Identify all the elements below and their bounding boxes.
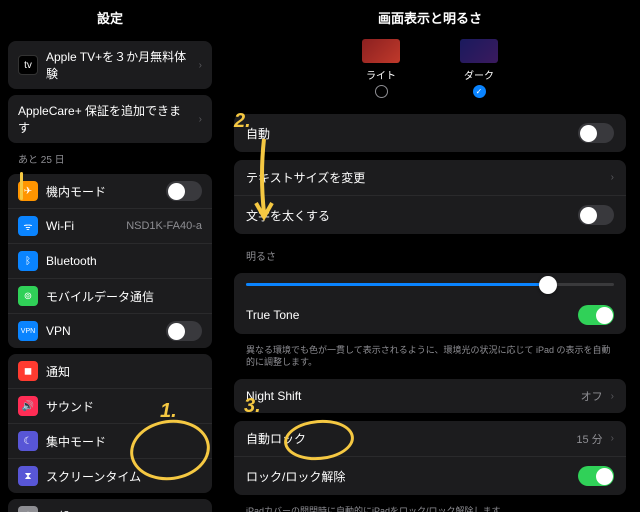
brightness-label: 明るさ xyxy=(220,242,640,265)
bell-icon: ◼ xyxy=(18,361,38,381)
airplane-toggle[interactable] xyxy=(166,181,202,201)
radio-light[interactable] xyxy=(375,85,388,98)
lock-caption: iPadカバーの開閉時に自動的にiPadをロック/ロック解除します。 xyxy=(220,503,640,512)
wifi-icon: ᯤ xyxy=(18,216,38,236)
row-auto[interactable]: 自動 xyxy=(234,114,626,152)
auto-toggle[interactable] xyxy=(578,123,614,143)
detail-pane: 画面表示と明るさ ライト ダーク 自動 テキストサイズを変更 › xyxy=(220,0,640,512)
speaker-icon: 🔊 xyxy=(18,396,38,416)
true-tone-toggle[interactable] xyxy=(578,305,614,325)
brightness-slider[interactable] xyxy=(234,273,626,296)
dark-thumb xyxy=(460,39,498,63)
sidebar-title: 設定 xyxy=(0,0,220,35)
chevron-right-icon: › xyxy=(199,60,202,71)
gear-icon: ⚙ xyxy=(18,506,38,512)
chevron-right-icon: › xyxy=(199,114,202,125)
appletv-icon: tv xyxy=(18,55,38,75)
appearance-dark[interactable]: ダーク xyxy=(460,39,498,98)
row-bold-text[interactable]: 文字を太くする xyxy=(234,195,626,234)
chevron-right-icon: › xyxy=(611,172,614,183)
sidebar-item-appletv[interactable]: tv Apple TV+を３か月無料体験 › xyxy=(8,41,212,89)
row-true-tone[interactable]: True Tone xyxy=(234,296,626,334)
vpn-toggle[interactable] xyxy=(166,321,202,341)
slider-thumb[interactable] xyxy=(539,276,557,294)
sidebar-item-applecare[interactable]: AppleCare+ 保証を追加できます › xyxy=(8,95,212,143)
row-lock-unlock[interactable]: ロック/ロック解除 xyxy=(234,456,626,495)
sidebar-item-sound[interactable]: 🔊 サウンド xyxy=(8,388,212,423)
sidebar-item-vpn[interactable]: VPN VPN xyxy=(8,313,212,348)
sidebar-item-focus[interactable]: ☾ 集中モード xyxy=(8,423,212,458)
row-text-size[interactable]: テキストサイズを変更 › xyxy=(234,160,626,195)
sidebar-item-mobile[interactable]: ⊚ モバイルデータ通信 xyxy=(8,278,212,313)
chevron-right-icon: › xyxy=(611,433,614,444)
sidebar: 設定 tv Apple TV+を３か月無料体験 › AppleCare+ 保証を… xyxy=(0,0,220,512)
sidebar-item-wifi[interactable]: ᯤ Wi-Fi NSD1K-FA40-a xyxy=(8,208,212,243)
moon-icon: ☾ xyxy=(18,431,38,451)
row-auto-lock[interactable]: 自動ロック 15 分 › xyxy=(234,421,626,456)
sidebar-item-notifications[interactable]: ◼ 通知 xyxy=(8,354,212,388)
row-night-shift[interactable]: Night Shift オフ › xyxy=(234,379,626,413)
bluetooth-icon: ᛒ xyxy=(18,251,38,271)
appearance-light[interactable]: ライト xyxy=(362,39,400,98)
sidebar-item-bluetooth[interactable]: ᛒ Bluetooth xyxy=(8,243,212,278)
appearance-picker: ライト ダーク xyxy=(220,35,640,106)
bold-toggle[interactable] xyxy=(578,205,614,225)
light-thumb xyxy=(362,39,400,63)
sidebar-item-screentime[interactable]: ⧗ スクリーンタイム xyxy=(8,458,212,493)
lock-toggle[interactable] xyxy=(578,466,614,486)
applecare-caption: あと 25 日 xyxy=(0,149,220,168)
hourglass-icon: ⧗ xyxy=(18,466,38,486)
chevron-right-icon: › xyxy=(611,391,614,402)
antenna-icon: ⊚ xyxy=(18,286,38,306)
sidebar-item-airplane[interactable]: ✈ 機内モード xyxy=(8,174,212,208)
radio-dark[interactable] xyxy=(473,85,486,98)
airplane-icon: ✈ xyxy=(18,181,38,201)
vpn-icon: VPN xyxy=(18,321,38,341)
true-tone-caption: 異なる環境でも色が一貫して表示されるように、環境光の状況に応じて iPad の表… xyxy=(220,342,640,371)
sidebar-item-general[interactable]: ⚙ 一般 xyxy=(8,499,212,512)
detail-title: 画面表示と明るさ xyxy=(220,0,640,35)
